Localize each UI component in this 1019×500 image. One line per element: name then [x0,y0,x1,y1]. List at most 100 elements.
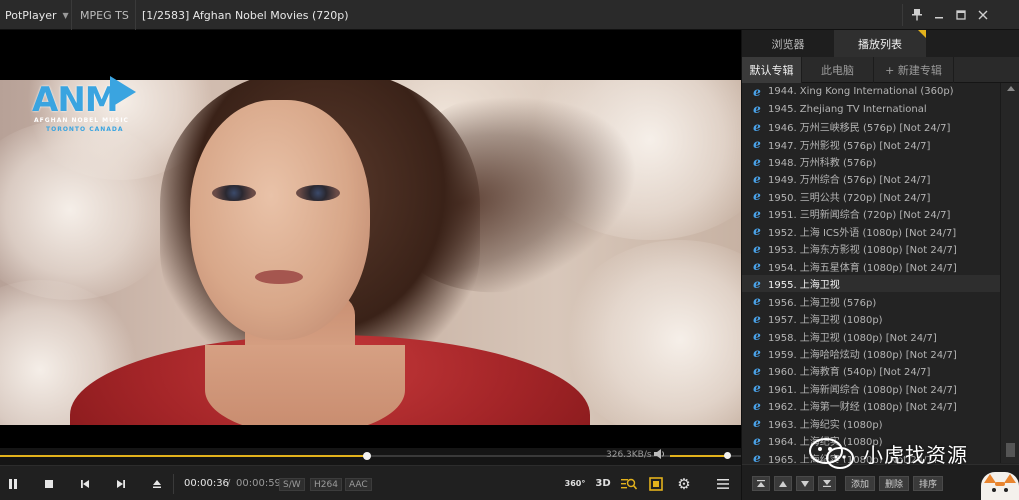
playlist-item[interactable]: e 1956. 上海卫视 (576p) [742,292,1000,309]
ie-icon: e [753,311,761,326]
playlist-item[interactable]: e 1951. 三明新闻综合 (720p) [Not 24/7] [742,205,1000,222]
eye [1004,488,1008,492]
playlist-item[interactable]: e 1962. 上海第一财经 (1080p) [Not 24/7] [742,397,1000,414]
active-tab-marker [918,30,926,38]
audio-codec-badge[interactable]: AAC [345,478,372,491]
vr-360-button[interactable]: 360° [565,466,586,500]
move-down-button[interactable] [796,476,814,491]
move-to-bottom-button[interactable] [818,476,836,491]
playlist-item[interactable]: e 1955. 上海卫视 [742,274,1000,293]
playlist-item[interactable]: e 1952. 上海 ICS外语 (1080p) [Not 24/7] [742,223,1000,240]
open-file-button[interactable] [144,466,170,500]
playlist-item[interactable]: e 1959. 上海哈哈炫动 (1080p) [Not 24/7] [742,345,1000,362]
lips [255,270,303,284]
playlist-item[interactable]: e 1946. 万州三峡移民 (576p) [Not 24/7] [742,118,1000,135]
ie-icon: e [753,433,761,448]
volume-handle[interactable] [724,452,731,459]
stop-icon [45,479,53,488]
playlist-item-label: 1945. Zhejiang TV International [768,103,927,115]
video-codec-badge[interactable]: H264 [310,478,342,491]
playlist-scrollbar[interactable] [1000,83,1019,463]
volume-level [670,455,728,457]
ie-icon: e [753,206,761,221]
format-label: MPEG TS [78,0,136,30]
playlist-item[interactable]: e 1944. Xing Kong International (360p) [742,83,1000,100]
playlist-item-label: 1947. 万州影视 (576p) [Not 24/7] [768,140,931,152]
playlist-panel: 浏览器 播放列表 默认专辑 此电脑 + 新建专辑 e 1944. Xing Kon… [741,30,1019,500]
video-area[interactable]: ANM AFGHAN NOBEL MUSIC TORONTO CANADA [0,30,741,448]
move-top-icon [757,480,765,487]
app-name: PotPlayer [5,8,57,22]
playlist-item-label: 1952. 上海 ICS外语 (1080p) [Not 24/7] [768,227,957,239]
tab-playlist[interactable]: 播放列表 [834,30,926,57]
minimize-icon[interactable] [929,5,949,25]
playlist-item[interactable]: e 1958. 上海卫视 (1080p) [Not 24/7] [742,327,1000,344]
new-album-button[interactable]: + 新建专辑 [874,57,954,83]
maximize-icon[interactable] [951,5,971,25]
seek-handle[interactable] [362,452,371,460]
magnifier-icon [621,478,637,490]
logo-subtitle: TORONTO CANADA [46,126,124,133]
playlist-item[interactable]: e 1954. 上海五星体育 (1080p) [Not 24/7] [742,258,1000,275]
ie-icon: e [753,259,761,274]
3d-button[interactable]: 3D [593,466,613,500]
ie-icon: e [753,276,761,291]
playlist-item-label: 1953. 上海东方影视 (1080p) [Not 24/7] [768,245,957,257]
cloud [560,240,741,425]
ie-icon: e [753,451,761,463]
playlist-item-label: 1957. 上海卫视 (1080p) [768,315,883,327]
close-icon[interactable] [973,5,993,25]
time-separator: / [227,478,231,489]
playlist-item[interactable]: e 1950. 三明公共 (720p) [Not 24/7] [742,188,1000,205]
ie-icon: e [753,84,761,99]
previous-button[interactable] [72,466,98,500]
stop-button[interactable] [36,466,62,500]
playlist-item[interactable]: e 1960. 上海教育 (540p) [Not 24/7] [742,362,1000,379]
ie-icon: e [753,346,761,361]
move-up-button[interactable] [774,476,792,491]
delete-button[interactable]: 删除 [879,476,909,491]
decoder-badge[interactable]: S/W [279,478,305,491]
playlist-item[interactable]: e 1963. 上海纪实 (1080p) [742,415,1000,432]
add-button[interactable]: 添加 [845,476,875,491]
playlist-item-label: 1946. 万州三峡移民 (576p) [Not 24/7] [768,123,951,135]
ear [1004,474,1016,483]
playlist-item-label: 1958. 上海卫视 (1080p) [Not 24/7] [768,332,937,344]
sort-button[interactable]: 排序 [913,476,943,491]
subtitle-button[interactable] [646,466,666,500]
playlist-item-label: 1949. 万州综合 (576p) [Not 24/7] [768,175,931,187]
playlist-item[interactable]: e 1957. 上海卫视 (1080p) [742,310,1000,327]
play-triangle-icon [110,76,136,108]
menu-icon[interactable] [713,466,733,500]
panel-tabs: 浏览器 播放列表 [742,30,1019,57]
playlist-item[interactable]: e 1949. 万州综合 (576p) [Not 24/7] [742,170,1000,187]
wechat-icon [809,438,854,469]
ie-icon: e [753,381,761,396]
playlist-item[interactable]: e 1947. 万州影视 (576p) [Not 24/7] [742,135,1000,152]
ie-icon: e [753,294,761,309]
playlist-item[interactable]: e 1945. Zhejiang TV International [742,100,1000,117]
download-speed: 326.3KB/s [606,450,652,460]
playlist-item[interactable]: e 1953. 上海东方影视 (1080p) [Not 24/7] [742,240,1000,257]
pin-icon[interactable] [907,5,927,25]
playlist-item[interactable]: e 1948. 万州科教 (576p) [742,153,1000,170]
next-button[interactable] [108,466,134,500]
playlist-item[interactable]: e 1961. 上海新闻综合 (1080p) [Not 24/7] [742,380,1000,397]
playlist-item-label: 1960. 上海教育 (540p) [Not 24/7] [768,367,931,379]
app-menu-button[interactable]: PotPlayer ▼ [0,0,72,30]
ie-icon: e [753,416,761,431]
title-bar: PotPlayer ▼ MPEG TS [1/2583] Afghan Nobe… [0,0,1019,30]
volume-icon[interactable] [654,449,668,461]
album-tab-this-pc[interactable]: 此电脑 [802,57,874,83]
playlist-item-label: 1948. 万州科教 (576p) [768,158,877,170]
tab-browser[interactable]: 浏览器 [742,30,834,57]
pause-button[interactable] [0,466,26,500]
zoom-button[interactable] [619,466,639,500]
time-total: 00:00:59 [236,478,281,489]
gear-icon[interactable]: ⚙ [674,466,694,500]
album-tab-default[interactable]: 默认专辑 [742,57,802,83]
move-to-top-button[interactable] [752,476,770,491]
divider [902,4,903,26]
scroll-up-icon[interactable] [1007,86,1015,91]
playlist-item-label: 1955. 上海卫视 [768,280,840,292]
